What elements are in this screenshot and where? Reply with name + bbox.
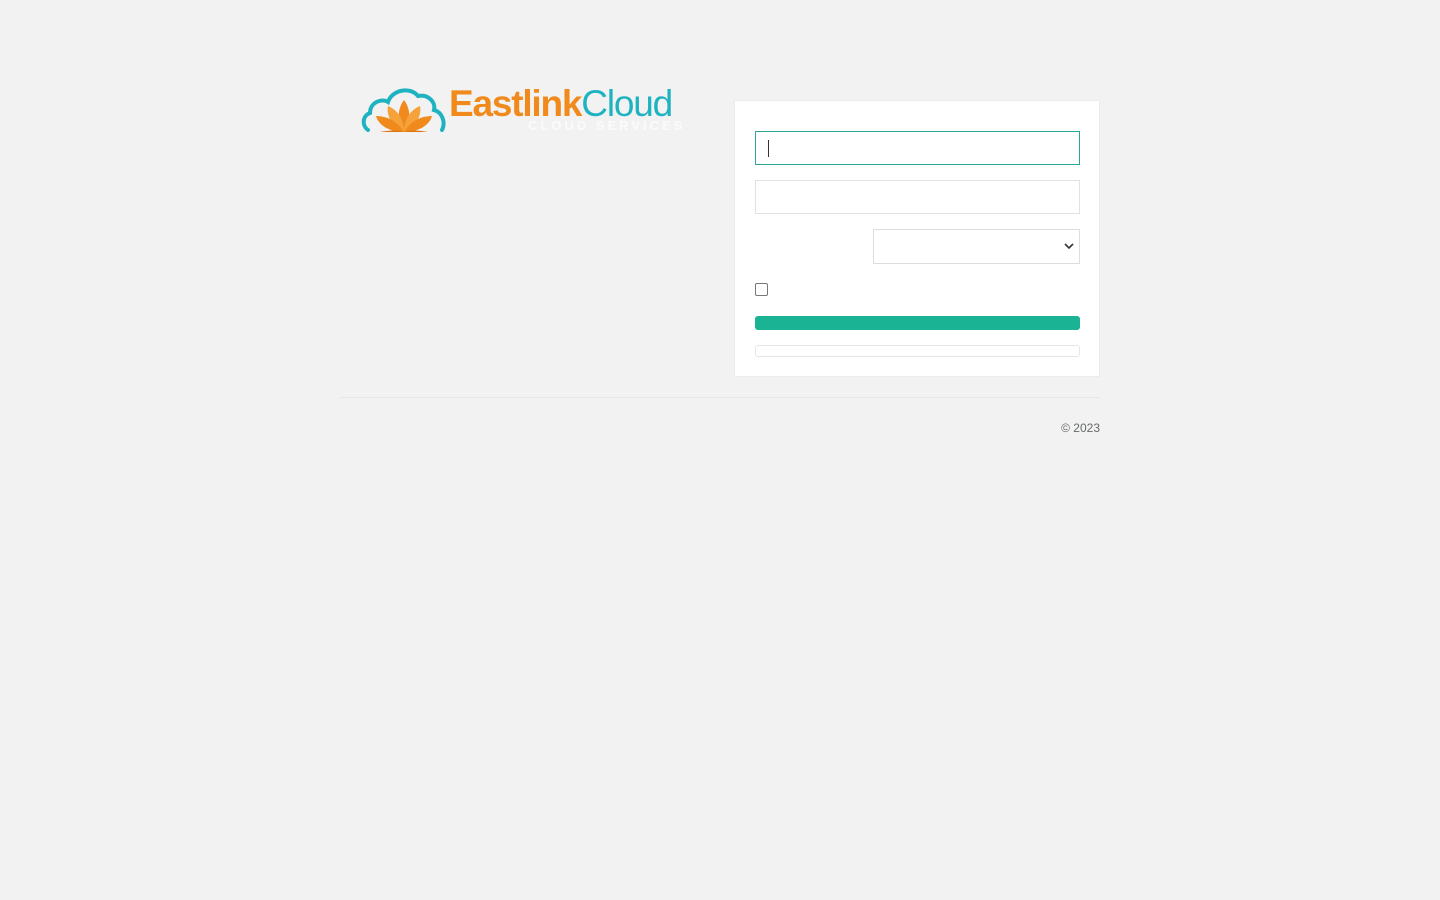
password-field[interactable]: [755, 180, 1080, 214]
login-panel: [734, 100, 1100, 377]
login-select[interactable]: [873, 229, 1080, 264]
login-button[interactable]: [755, 316, 1080, 330]
eastlink-cloud-logo: EastlinkCloud CLOUD SERVICES: [360, 80, 682, 140]
username-field[interactable]: [755, 131, 1080, 165]
text-caret: [768, 140, 769, 157]
login-page: EastlinkCloud CLOUD SERVICES © 2023: [0, 0, 1440, 900]
brand-tagline: CLOUD SERVICES: [528, 118, 686, 133]
cloud-lotus-icon: [361, 88, 446, 132]
footer-divider: [340, 397, 1100, 398]
copyright-text: © 2023: [1061, 421, 1100, 435]
remember-me-checkbox[interactable]: [755, 283, 768, 296]
secondary-button[interactable]: [755, 345, 1080, 357]
chevron-down-icon: [1064, 243, 1074, 250]
